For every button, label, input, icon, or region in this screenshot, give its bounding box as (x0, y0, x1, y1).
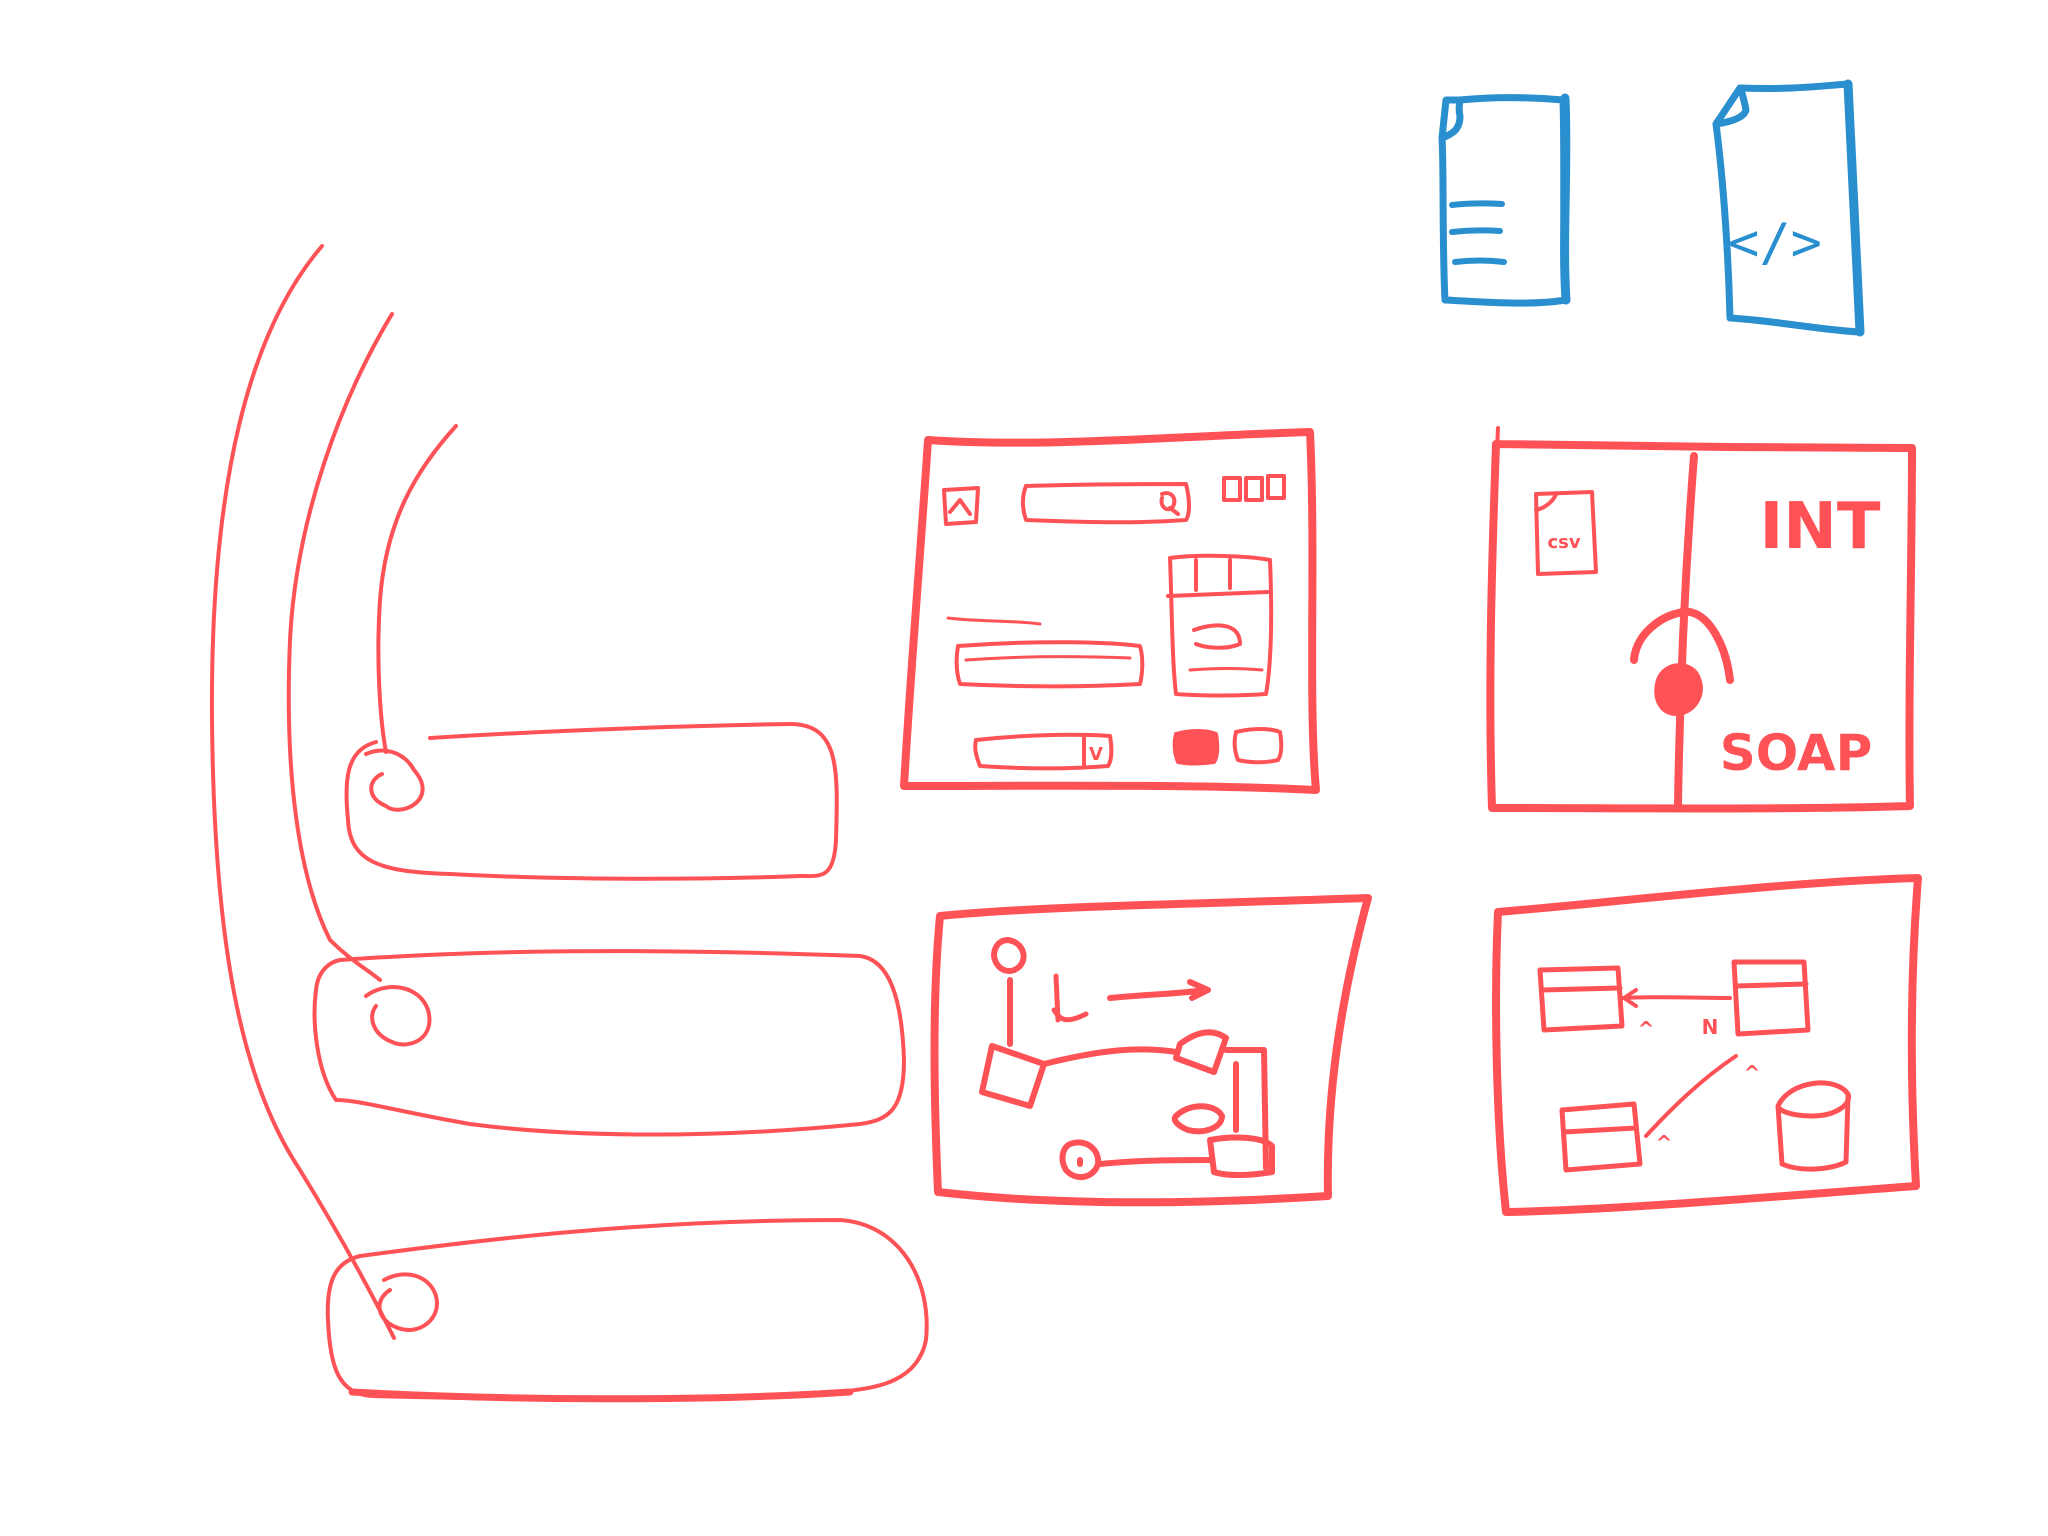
process-node (979, 1043, 1047, 1109)
relation-one-b: ^ (1744, 1061, 1761, 1085)
dropdown-glyph: V (1089, 744, 1103, 765)
sketch-canvas: </> V csv INT SOAP ^ N ^ ^ (209, 79, 1922, 1403)
protocol-label: SOAP (1720, 724, 1873, 782)
text-input[interactable] (954, 640, 1145, 689)
window-controls-icon[interactable] (1222, 474, 1286, 502)
relation-many: N (1702, 1015, 1719, 1039)
csv-label: csv (1547, 532, 1580, 553)
primary-button[interactable] (1172, 729, 1220, 766)
form-panel-card[interactable]: V (900, 428, 1320, 794)
end-node (1059, 1139, 1102, 1181)
relation-one-a: ^ (1638, 1017, 1655, 1041)
decision-node (1171, 1103, 1225, 1135)
entity-table (1559, 1101, 1643, 1173)
field-label (946, 616, 1042, 626)
list-item[interactable] (312, 949, 906, 1137)
database-icon (1775, 1080, 1852, 1172)
list-item[interactable] (325, 1218, 929, 1403)
terminal-node (1207, 1134, 1275, 1178)
integration-panel-card[interactable]: csv INT SOAP (1486, 426, 1916, 813)
entity-table (1731, 959, 1811, 1037)
integration-label: INT (1759, 490, 1880, 564)
flow-diagram-card[interactable] (930, 894, 1372, 1207)
process-node (1173, 1029, 1229, 1075)
text-document-icon[interactable] (1438, 93, 1571, 307)
code-document-icon[interactable]: </> (1712, 79, 1865, 337)
relation-one-c: ^ (1656, 1131, 1673, 1155)
list-item[interactable] (344, 722, 839, 881)
code-glyph: </> (1728, 213, 1822, 273)
connector-arcs (209, 244, 458, 1340)
right-arrow-icon (1107, 979, 1211, 1001)
start-node (991, 937, 1027, 1047)
image-icon (942, 486, 980, 526)
search-icon (1159, 491, 1180, 516)
plug-connector (1654, 663, 1703, 717)
search-bar[interactable] (1021, 482, 1191, 525)
down-arrow-icon (1051, 973, 1089, 1023)
secondary-button[interactable] (1232, 727, 1284, 765)
entity-table (1537, 965, 1625, 1033)
schema-diagram-card[interactable]: ^ N ^ ^ (1492, 874, 1922, 1216)
